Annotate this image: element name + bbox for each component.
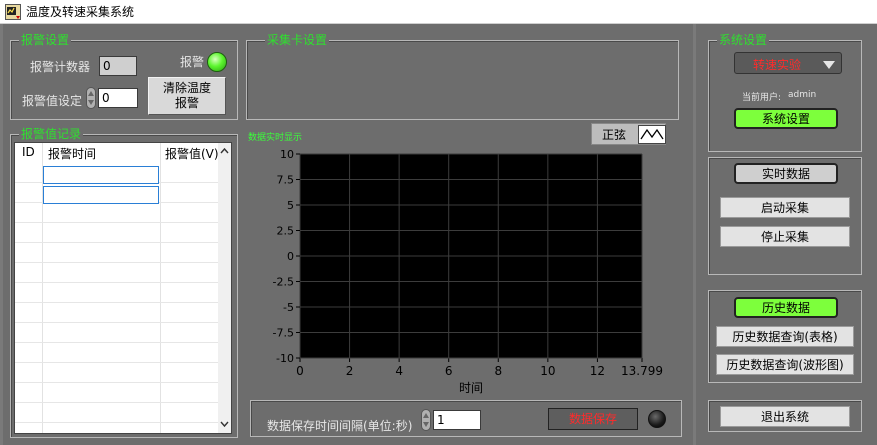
- alarm-counter-label: 报警计数器: [30, 60, 91, 74]
- system-settings-label: 系统设置: [717, 32, 770, 48]
- y-tick-label: 0: [287, 250, 294, 263]
- x-tick-label: 10: [540, 364, 555, 378]
- experiment-mode-dropdown[interactable]: 转速实验: [734, 52, 842, 74]
- history-table-query-button[interactable]: 历史数据查询(表格): [716, 326, 854, 347]
- table-row[interactable]: [15, 263, 220, 283]
- x-tick-label: 12: [590, 364, 605, 378]
- table-row[interactable]: [15, 403, 220, 423]
- clear-alarm-line1: 清除温度: [162, 81, 211, 95]
- table-scrollbar[interactable]: [218, 143, 231, 433]
- y-tick-label: -5: [283, 301, 294, 314]
- x-tick-label: 4: [395, 364, 403, 378]
- alarm-setpoint-input[interactable]: 0: [98, 88, 138, 108]
- scroll-down-icon: [220, 421, 229, 428]
- waveform-selector[interactable]: 正弦: [591, 123, 666, 145]
- daq-settings-label: 采集卡设置: [265, 32, 330, 48]
- y-tick-label: 7.5: [277, 174, 295, 187]
- client-area: 报警设置 报警计数器 0 报警 报警值设定 0 清除温度 报警 采集卡设置 报警…: [0, 24, 877, 445]
- x-tick-label: 0: [296, 364, 304, 378]
- alarm-setpoint-label: 报警值设定: [22, 94, 83, 108]
- start-acquisition-button[interactable]: 启动采集: [720, 197, 850, 218]
- waveform-label: 正弦: [602, 128, 627, 142]
- save-interval-label: 数据保存时间间隔(单位:秒): [267, 419, 413, 433]
- alarm-counter-display: 0: [99, 56, 137, 76]
- exit-system-button[interactable]: 退出系统: [720, 406, 850, 427]
- table-row[interactable]: [15, 223, 220, 243]
- table-row[interactable]: [15, 303, 220, 323]
- right-control-panel: 系统设置 转速实验 当前用户: admin 系统设置 实时数据 启动采集 停止采…: [696, 24, 877, 445]
- save-interval-stepper[interactable]: [421, 409, 431, 431]
- y-tick-label: 2.5: [277, 225, 295, 238]
- save-interval-input[interactable]: 1: [433, 410, 481, 430]
- realtime-data-indicator: 实时数据: [734, 163, 838, 184]
- column-header-value: 报警值(V): [165, 147, 219, 161]
- history-data-indicator: 历史数据: [734, 297, 838, 318]
- clear-alarm-line2: 报警: [174, 96, 199, 110]
- table-row[interactable]: [15, 323, 220, 343]
- save-status-led: [648, 410, 666, 428]
- data-save-button[interactable]: 数据保存: [548, 408, 638, 430]
- table-cell-selected[interactable]: [43, 166, 159, 184]
- x-tick-label: 2: [346, 364, 354, 378]
- column-header-id: ID: [22, 145, 35, 159]
- alarm-records-table[interactable]: ID 报警时间 报警值(V): [14, 142, 232, 434]
- y-tick-label: 5: [287, 199, 294, 212]
- table-row[interactable]: [15, 283, 220, 303]
- table-row[interactable]: [15, 203, 220, 223]
- experiment-mode-value: 转速实验: [753, 58, 802, 72]
- table-row[interactable]: [15, 243, 220, 263]
- table-row[interactable]: [15, 363, 220, 383]
- system-settings-button[interactable]: 系统设置: [734, 108, 838, 129]
- scroll-up-icon: [220, 147, 229, 154]
- x-tick-label: 6: [445, 364, 453, 378]
- chart-title: 数据实时显示: [248, 133, 303, 143]
- window-titlebar: 温度及转速采集系统: [0, 0, 877, 24]
- table-cell-selected[interactable]: [43, 186, 159, 204]
- alarm-led-label: 报警: [180, 55, 205, 69]
- current-user-value: admin: [788, 90, 817, 100]
- y-tick-label: 10: [280, 148, 294, 161]
- alarm-records-label: 报警值记录: [19, 126, 84, 142]
- x-tick-label: 13.799: [621, 364, 663, 378]
- window-title: 温度及转速采集系统: [26, 5, 135, 19]
- x-axis-label: 时间: [459, 381, 483, 395]
- chevron-down-icon: [823, 61, 835, 69]
- clear-temperature-alarm-button[interactable]: 清除温度 报警: [148, 77, 226, 115]
- table-row[interactable]: [15, 343, 220, 363]
- stop-acquisition-button[interactable]: 停止采集: [720, 226, 850, 247]
- x-tick-label: 8: [494, 364, 502, 378]
- front-panel: 报警设置 报警计数器 0 报警 报警值设定 0 清除温度 报警 采集卡设置 报警…: [3, 24, 693, 445]
- sine-wave-icon: [638, 125, 666, 144]
- table-row[interactable]: [15, 383, 220, 403]
- y-tick-label: -2.5: [273, 276, 294, 289]
- y-tick-label: -10: [276, 352, 294, 365]
- history-waveform-query-button[interactable]: 历史数据查询(波形图): [716, 354, 854, 375]
- column-header-time: 报警时间: [48, 147, 97, 161]
- daq-settings-group: 采集卡设置: [246, 32, 679, 120]
- alarm-settings-label: 报警设置: [19, 32, 72, 48]
- realtime-waveform-chart[interactable]: 0 2 4 6 8 10 12 13.799 10 7.5 5 2.5 0 -2.5 -5 -7.5 -10 时间: [248, 148, 681, 418]
- alarm-led-indicator: [207, 52, 227, 72]
- alarm-setpoint-stepper[interactable]: [86, 87, 96, 109]
- labview-app-icon: [5, 3, 21, 20]
- y-tick-label: -7.5: [273, 327, 294, 340]
- current-user-label: 当前用户:: [742, 93, 782, 103]
